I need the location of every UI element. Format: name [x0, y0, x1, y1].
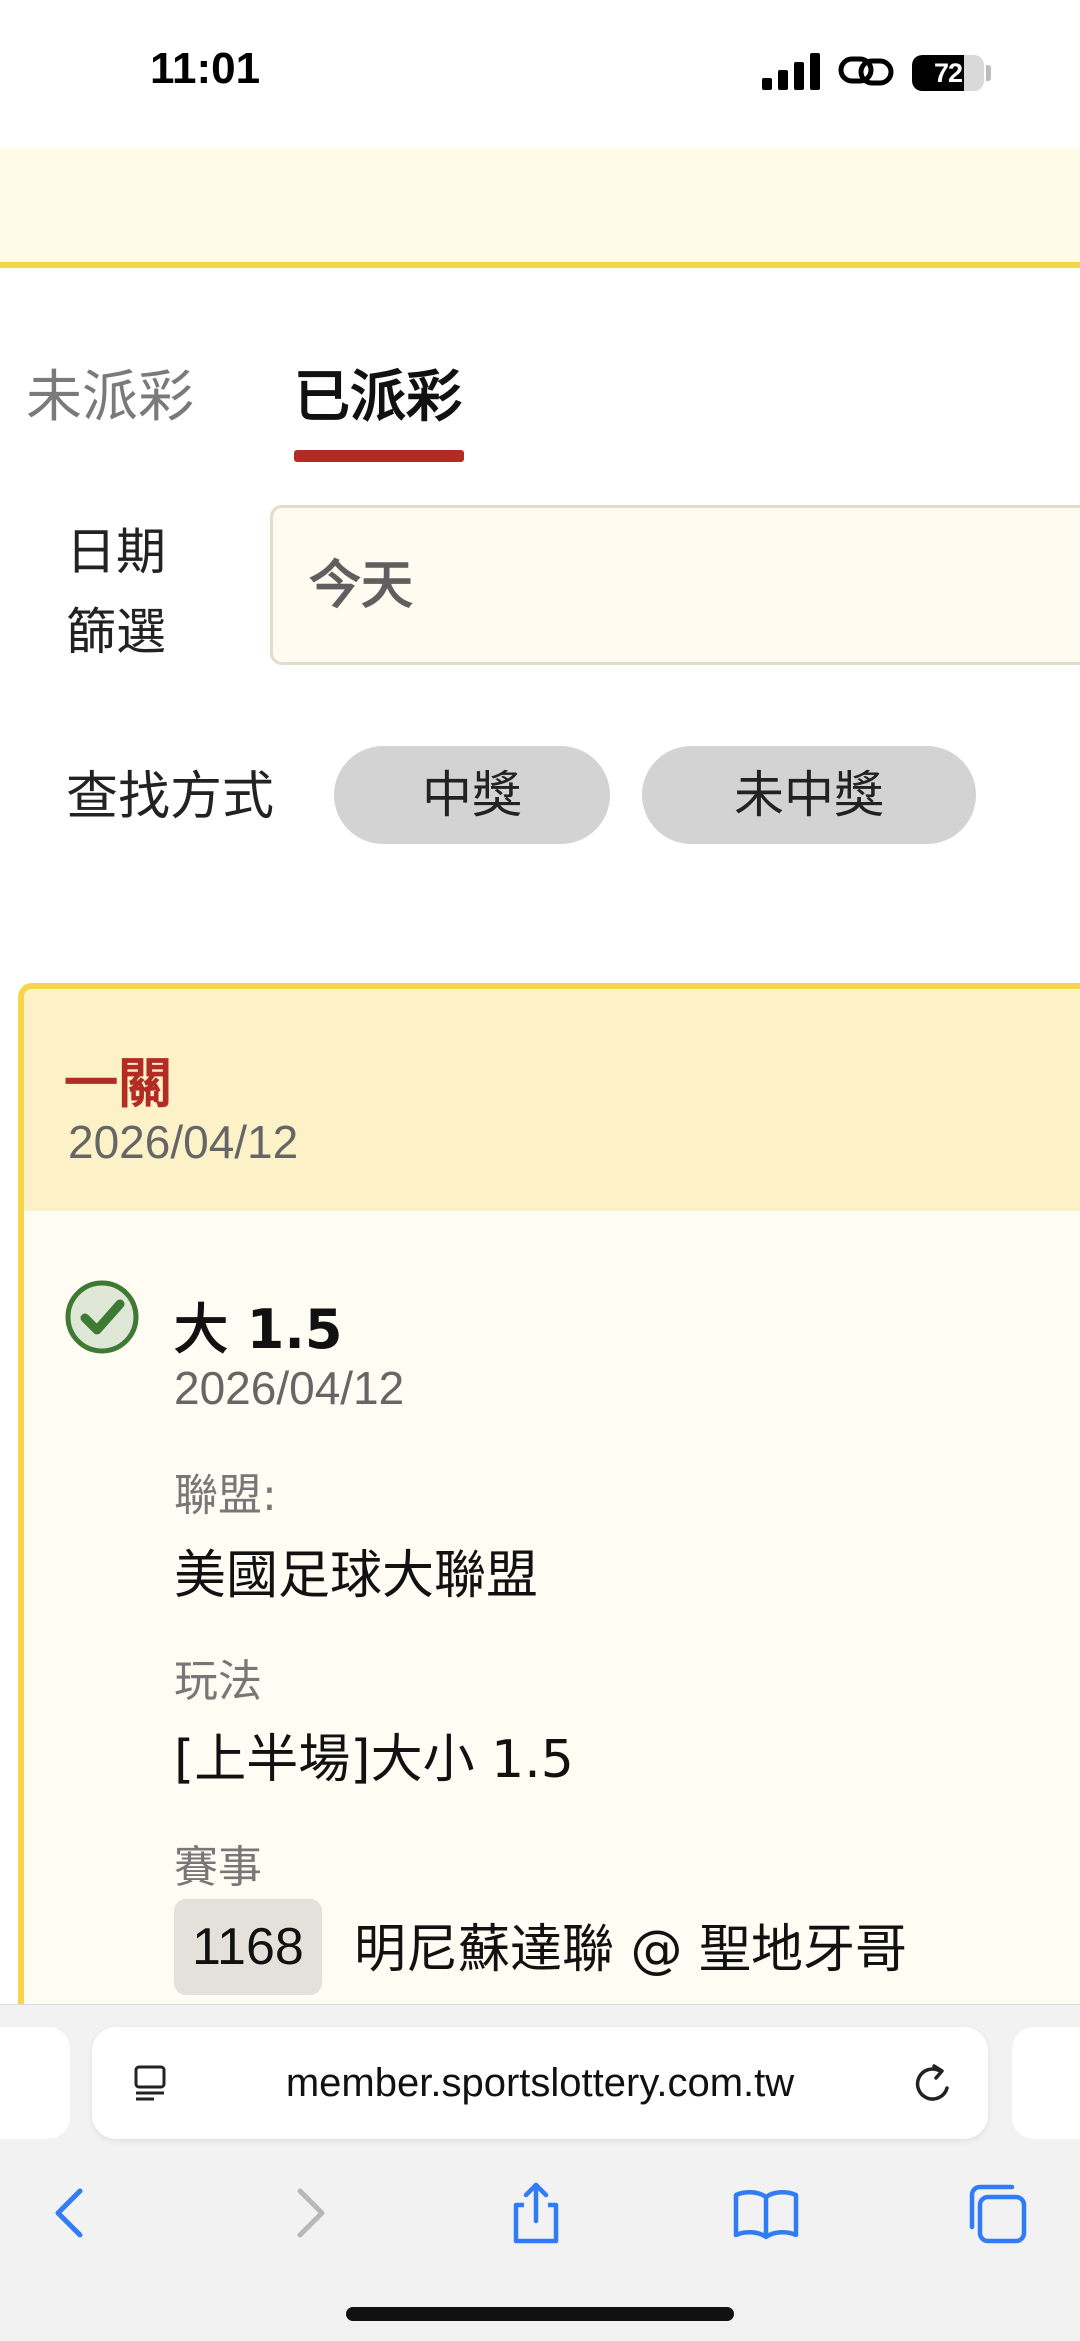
battery-tip [986, 65, 991, 81]
active-tab-indicator [294, 450, 464, 462]
address-bar[interactable]: member.sportslottery.com.tw [92, 2027, 988, 2139]
battery-percent: 72 [933, 58, 963, 88]
date-filter-value: 今天 [309, 556, 414, 616]
selection-title: 大 1.5 [174, 1298, 343, 1361]
event-name: 明尼蘇達聯 @ 聖地牙哥 [354, 1920, 908, 1980]
check-circle-icon [65, 1280, 139, 1354]
next-tab-preview[interactable] [1012, 2027, 1080, 2139]
home-indicator [346, 2307, 734, 2321]
battery-icon: 72 [912, 55, 984, 91]
search-mode-label: 查找方式 [66, 767, 275, 827]
date-filter-label: 日期篩選 [66, 523, 166, 661]
bet-card[interactable]: 一關 2026/04/12 大 1.5 2026/04/12 聯盟: 美國足球大… [18, 983, 1080, 2083]
event-label: 賽事 [174, 1842, 262, 1893]
url-text[interactable]: member.sportslottery.com.tw [92, 2027, 988, 2139]
event-code-badge: 1168 [174, 1899, 322, 1995]
previous-tab-preview[interactable] [0, 2027, 70, 2139]
bet-type: 一關 [64, 1052, 172, 1115]
bet-date: 2026/04/12 [68, 1116, 299, 1168]
browser-toolbar: member.sportslottery.com.tw [0, 2004, 1080, 2341]
top-banner [0, 148, 1080, 268]
tabs-icon[interactable] [958, 2173, 1038, 2253]
play-type-value: [上半場]大小 1.5 [174, 1730, 574, 1790]
filter-lose-button[interactable]: 未中獎 [642, 746, 976, 844]
selection-date: 2026/04/12 [174, 1362, 405, 1414]
signal-icon [762, 52, 820, 90]
play-type-label: 玩法 [174, 1656, 262, 1707]
status-bar: 11:01 72 [0, 0, 1080, 148]
bookmarks-icon[interactable] [726, 2173, 806, 2253]
tab-pending[interactable]: 未派彩 [26, 360, 194, 436]
filter-win-button[interactable]: 中獎 [334, 746, 610, 844]
bet-card-header: 一關 2026/04/12 [24, 989, 1080, 1211]
personal-hotspot-icon [838, 56, 894, 86]
tab-paid[interactable]: 已派彩 [294, 360, 462, 436]
date-filter-select[interactable]: 今天 [270, 505, 1080, 665]
forward-icon[interactable] [268, 2173, 348, 2253]
share-icon[interactable] [496, 2173, 576, 2253]
status-time: 11:01 [150, 44, 261, 93]
league-value: 美國足球大聯盟 [174, 1546, 539, 1606]
league-label: 聯盟: [174, 1470, 277, 1521]
reload-icon[interactable] [910, 2061, 956, 2107]
back-icon[interactable] [32, 2173, 112, 2253]
